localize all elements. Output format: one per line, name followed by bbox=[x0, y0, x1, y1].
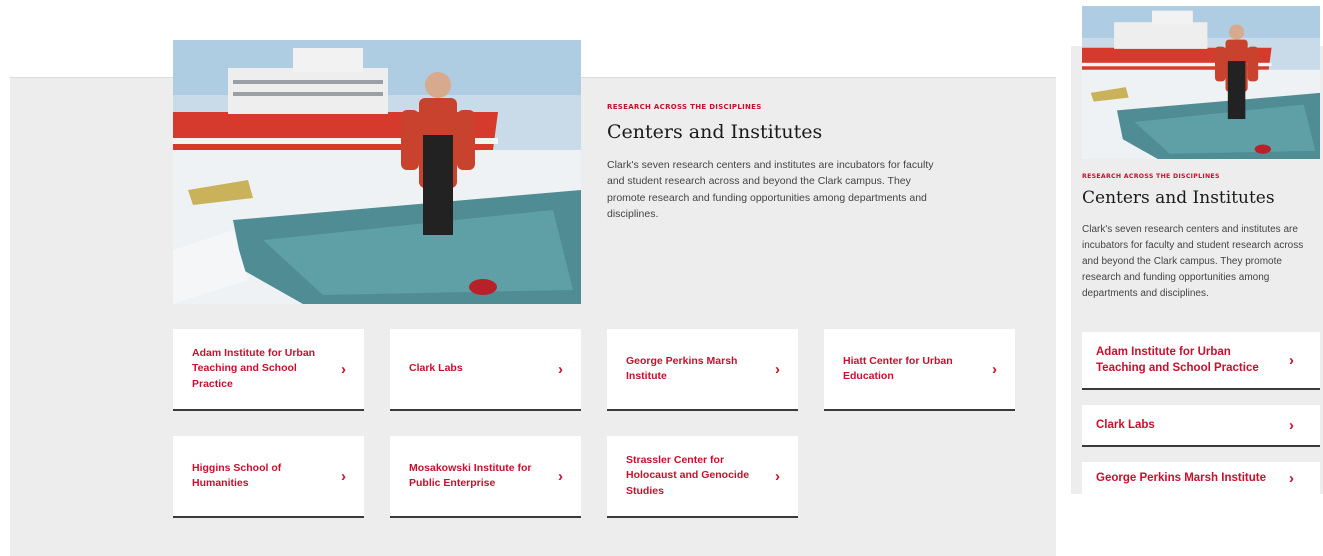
section-title-mobile: Centers and Institutes bbox=[1082, 188, 1275, 208]
section-eyebrow-mobile: RESEARCH ACROSS THE DISCIPLINES bbox=[1082, 173, 1220, 180]
card-clark-labs[interactable]: Clark Labs › bbox=[390, 329, 581, 411]
chevron-right-icon: › bbox=[341, 360, 346, 378]
mobile-card-marsh-institute[interactable]: George Perkins Marsh Institute › bbox=[1082, 462, 1320, 494]
card-label: Mosakowski Institute for Public Enterpri… bbox=[409, 461, 532, 489]
mobile-card-clark-labs[interactable]: Clark Labs › bbox=[1082, 405, 1320, 447]
card-label: Adam Institute for Urban Teaching and Sc… bbox=[192, 347, 316, 390]
card-label: George Perkins Marsh Institute bbox=[1096, 471, 1266, 484]
research-photo bbox=[173, 40, 581, 304]
chevron-right-icon: › bbox=[775, 467, 780, 485]
chevron-right-icon: › bbox=[775, 360, 780, 378]
card-mosakowski-institute[interactable]: Mosakowski Institute for Public Enterpri… bbox=[390, 436, 581, 518]
section-description: Clark's seven research centers and insti… bbox=[607, 159, 934, 220]
chevron-right-icon: › bbox=[558, 467, 563, 485]
card-label: Higgins School of Humanities bbox=[192, 461, 282, 489]
card-label: Hiatt Center for Urban Education bbox=[843, 354, 953, 382]
card-marsh-institute[interactable]: George Perkins Marsh Institute › bbox=[607, 329, 798, 411]
card-label: George Perkins Marsh Institute bbox=[626, 354, 738, 382]
chevron-right-icon: › bbox=[1289, 416, 1294, 434]
card-hiatt-center[interactable]: Hiatt Center for Urban Education › bbox=[824, 329, 1015, 411]
chevron-right-icon: › bbox=[341, 467, 346, 485]
section-eyebrow: RESEARCH ACROSS THE DISCIPLINES bbox=[607, 103, 762, 111]
chevron-right-icon: › bbox=[1289, 469, 1294, 487]
card-label: Strassler Center for Holocaust and Genoc… bbox=[626, 454, 750, 497]
card-strassler-center[interactable]: Strassler Center for Holocaust and Genoc… bbox=[607, 436, 798, 518]
chevron-right-icon: › bbox=[558, 360, 563, 378]
card-label: Adam Institute for Urban Teaching and Sc… bbox=[1096, 345, 1259, 374]
card-adam-institute[interactable]: Adam Institute for Urban Teaching and Sc… bbox=[173, 329, 364, 411]
card-higgins-school[interactable]: Higgins School of Humanities › bbox=[173, 436, 364, 518]
research-photo-mobile bbox=[1082, 6, 1320, 159]
section-description-mobile: Clark's seven research centers and insti… bbox=[1082, 224, 1304, 299]
card-label: Clark Labs bbox=[409, 362, 463, 375]
card-label: Clark Labs bbox=[1096, 418, 1155, 431]
section-title: Centers and Institutes bbox=[607, 121, 823, 143]
chevron-right-icon: › bbox=[1289, 351, 1294, 369]
mobile-card-adam-institute[interactable]: Adam Institute for Urban Teaching and Sc… bbox=[1082, 332, 1320, 390]
chevron-right-icon: › bbox=[992, 360, 997, 378]
